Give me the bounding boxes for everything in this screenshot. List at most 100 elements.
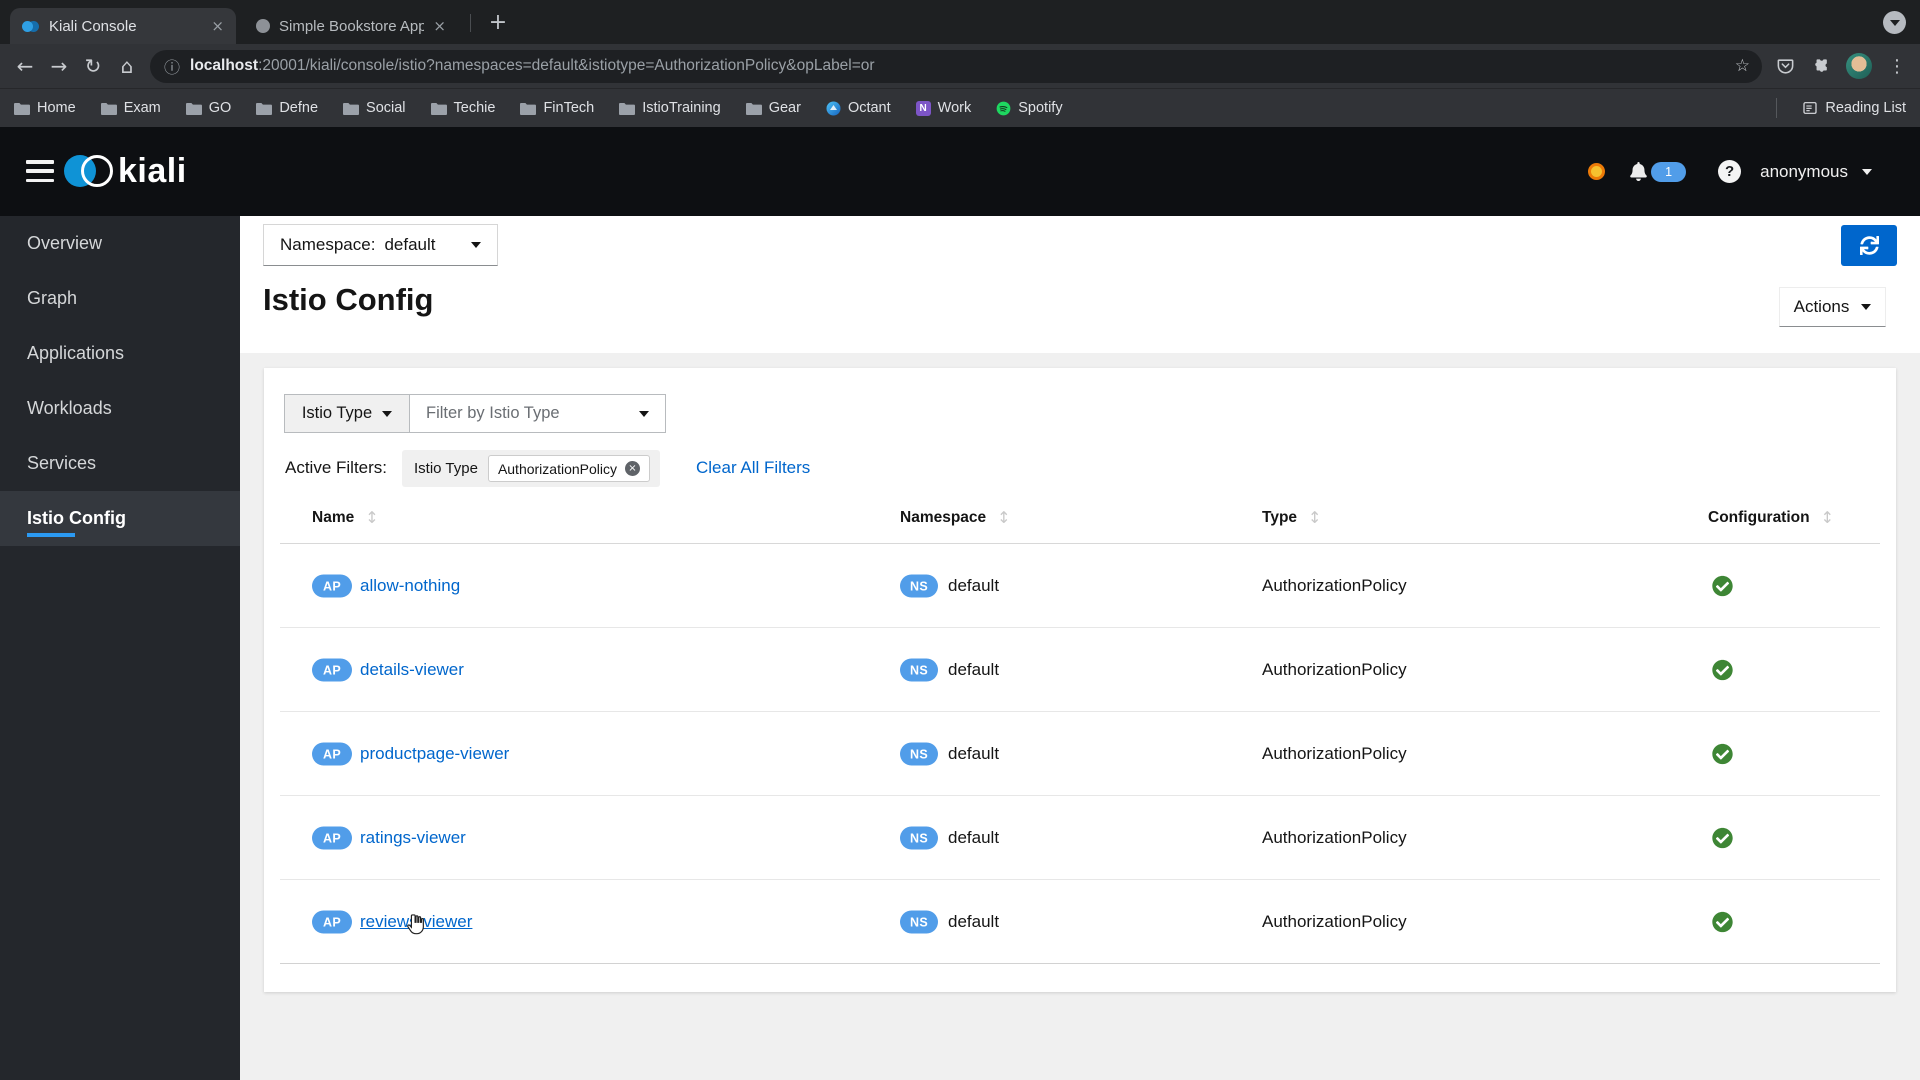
actions-label: Actions <box>1793 297 1850 316</box>
user-menu-label[interactable]: anonymous <box>1760 162 1848 182</box>
istio-status-icon[interactable] <box>1588 163 1606 180</box>
bookmark-home[interactable]: Home <box>14 100 76 116</box>
bookmark-label: Home <box>37 100 76 116</box>
help-icon[interactable]: ? <box>1718 160 1742 183</box>
bookmarks-bar: Home Exam GO Defne Social Techie FinTech… <box>0 88 1920 127</box>
clear-all-filters-link[interactable]: Clear All Filters <box>696 458 810 478</box>
sidebar-item-overview[interactable]: Overview <box>0 216 240 271</box>
valid-status-icon <box>1712 575 1733 597</box>
new-tab-button[interactable]: + <box>484 8 512 36</box>
refresh-button[interactable] <box>1841 225 1897 266</box>
config-name-link[interactable]: details-viewer <box>360 660 464 680</box>
istio-type-badge: AP <box>312 826 352 850</box>
sidebar-item-applications[interactable]: Applications <box>0 326 240 381</box>
sort-icon: ↕ <box>1820 508 1834 527</box>
nav-label: Applications <box>27 343 125 363</box>
browser-tab-strip: Kiali Console × Simple Bookstore App × + <box>0 0 1920 44</box>
browser-profile-avatar[interactable] <box>1846 53 1872 79</box>
column-header-configuration[interactable]: Configuration ↕ <box>1708 508 1834 527</box>
reading-list-button[interactable]: Reading List <box>1802 100 1906 116</box>
namespace-badge: NS <box>900 742 938 766</box>
column-label: Namespace <box>900 508 987 526</box>
site-info-icon[interactable]: ⓘ <box>164 54 180 78</box>
chevron-down-icon <box>639 410 649 417</box>
bookmark-label: IstioTraining <box>642 100 721 116</box>
kiali-brand[interactable]: kiali <box>64 152 187 191</box>
user-menu-caret-icon[interactable] <box>1862 168 1872 175</box>
back-icon[interactable]: ← <box>8 54 42 78</box>
active-filters-label: Active Filters: <box>285 458 388 477</box>
namespace-label: Namespace: <box>280 235 376 254</box>
config-type: AuthorizationPolicy <box>1262 912 1407 931</box>
namespace-badge: NS <box>900 658 938 682</box>
url-bar[interactable]: ⓘ localhost:20001/kiali/console/istio?na… <box>150 49 1762 83</box>
column-label: Type <box>1262 508 1298 526</box>
column-header-name[interactable]: Name ↕ <box>312 508 379 527</box>
chip-close-icon[interactable]: × <box>625 461 640 476</box>
hamburger-menu-icon[interactable] <box>26 160 54 182</box>
notifications-bell-icon[interactable] <box>1629 162 1648 181</box>
config-name-link[interactable]: ratings-viewer <box>360 828 466 848</box>
folder-icon <box>14 102 30 115</box>
bookmark-go[interactable]: GO <box>185 100 231 116</box>
config-name-link[interactable]: allow-nothing <box>360 576 460 596</box>
bookmark-label: Exam <box>123 100 161 116</box>
notification-count-badge[interactable]: 1 <box>1651 161 1687 182</box>
bookmark-work[interactable]: N Work <box>915 100 971 116</box>
bookmark-techie[interactable]: Techie <box>430 100 495 116</box>
bookmark-fintech[interactable]: FinTech <box>520 100 594 116</box>
chevron-down-icon <box>382 410 393 417</box>
bookmark-social[interactable]: Social <box>343 100 406 116</box>
bookmark-gear[interactable]: Gear <box>745 100 801 116</box>
sort-icon: ↕ <box>997 508 1011 527</box>
folder-icon <box>619 102 636 115</box>
config-name-link[interactable]: productpage-viewer <box>360 744 509 764</box>
extensions-puzzle-icon[interactable] <box>1811 57 1830 76</box>
column-header-namespace[interactable]: Namespace ↕ <box>900 508 1011 527</box>
folder-icon <box>185 102 202 115</box>
sidebar-item-istio-config[interactable]: Istio Config <box>0 491 240 546</box>
nav-label: Istio Config <box>27 508 126 528</box>
istio-config-card: Istio Type Filter by Istio Type Active F… <box>264 368 1896 992</box>
tab-close-icon[interactable]: × <box>211 18 224 34</box>
bookmark-spotify[interactable]: Spotify <box>996 100 1063 116</box>
filter-category-dropdown[interactable]: Istio Type <box>284 394 410 433</box>
bookmark-exam[interactable]: Exam <box>100 100 161 116</box>
reload-icon[interactable]: ↻ <box>76 54 110 78</box>
sort-icon: ↕ <box>1308 508 1322 527</box>
chip-value: AuthorizationPolicy <box>497 460 617 477</box>
home-icon[interactable]: ⌂ <box>110 54 144 78</box>
folder-icon <box>256 102 273 115</box>
istio-type-badge: AP <box>312 574 352 598</box>
sidebar-item-workloads[interactable]: Workloads <box>0 381 240 436</box>
actions-dropdown[interactable]: Actions <box>1779 287 1886 327</box>
filter-placeholder: Filter by Istio Type <box>426 404 560 422</box>
browser-menu-icon[interactable]: ⋮ <box>1888 56 1906 77</box>
bookmark-octant[interactable]: Octant <box>826 100 891 116</box>
bookmark-defne[interactable]: Defne <box>256 100 318 116</box>
valid-status-icon <box>1712 911 1733 933</box>
bookmark-star-icon[interactable]: ☆ <box>1735 56 1750 76</box>
brand-name: kiali <box>118 152 187 190</box>
spotify-icon <box>996 101 1011 115</box>
bookmark-label: Gear <box>768 100 801 116</box>
sidebar-nav: Overview Graph Applications Workloads Se… <box>0 216 240 1080</box>
browser-tab-bookstore[interactable]: Simple Bookstore App × <box>244 8 458 44</box>
sidebar-item-services[interactable]: Services <box>0 436 240 491</box>
folder-icon <box>430 102 447 115</box>
config-type: AuthorizationPolicy <box>1262 576 1407 595</box>
namespace-value: default <box>948 660 1000 679</box>
browser-tab-kiali[interactable]: Kiali Console × <box>10 8 236 44</box>
namespace-select[interactable]: Namespace: default <box>263 224 498 266</box>
pocket-icon[interactable] <box>1776 57 1795 76</box>
tab-search-button[interactable] <box>1883 11 1906 34</box>
forward-icon[interactable]: → <box>42 54 76 78</box>
bookmark-istiotraining[interactable]: IstioTraining <box>619 100 721 116</box>
folder-icon <box>520 102 537 115</box>
tab-close-icon[interactable]: × <box>433 18 446 34</box>
filter-value-select[interactable]: Filter by Istio Type <box>410 394 666 433</box>
sidebar-item-graph[interactable]: Graph <box>0 271 240 326</box>
bookmark-label: Octant <box>847 100 891 116</box>
nav-label: Services <box>27 453 97 473</box>
column-header-type[interactable]: Type ↕ <box>1262 508 1321 527</box>
